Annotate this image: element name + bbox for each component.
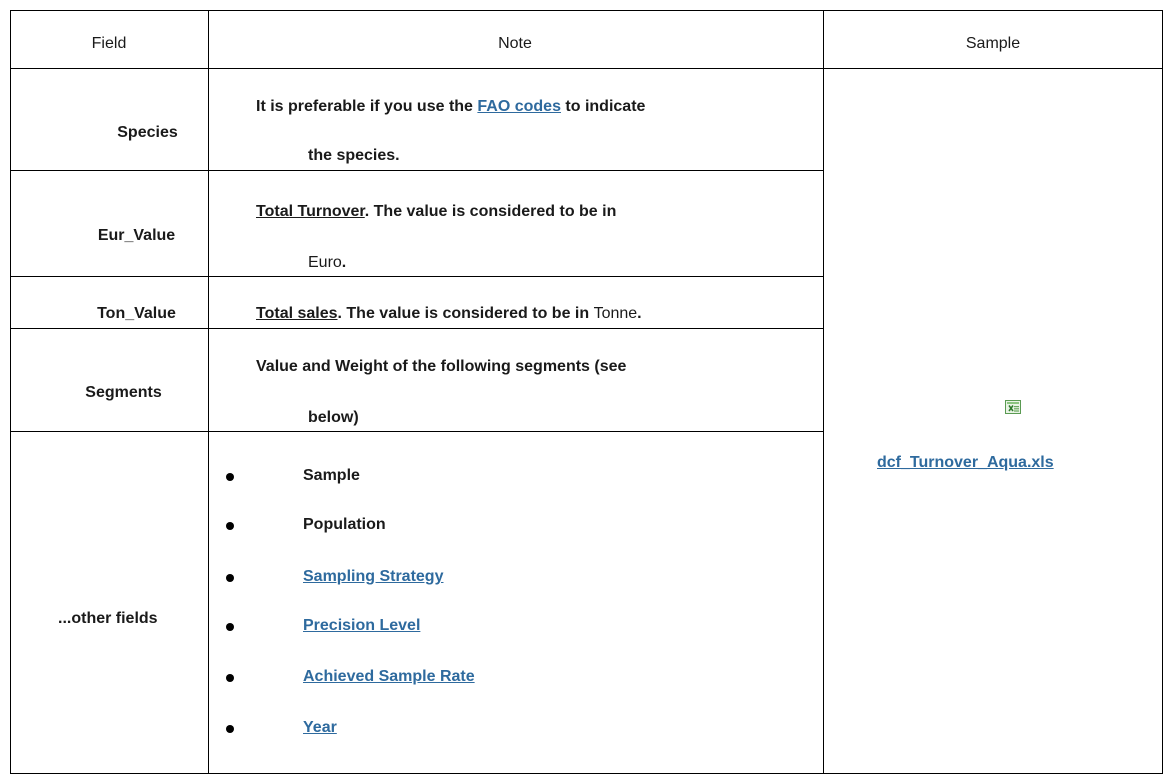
note-text: It is preferable if you use the (256, 98, 478, 115)
list-item-sample: Sample (303, 467, 360, 484)
fao-codes-link[interactable]: FAO codes (477, 98, 561, 115)
note-segments-line1: Value and Weight of the following segmen… (256, 358, 627, 375)
row-divider (11, 68, 1162, 69)
note-text: . The value is considered to be in (364, 203, 617, 220)
note-segments-line2: below) (308, 409, 359, 426)
field-eur-value: Eur_Value (97, 227, 176, 244)
note-eur-line1: Total Turnover. The value is considered … (256, 203, 616, 221)
header-field: Field (91, 35, 127, 52)
note-species-line1: It is preferable if you use the FAO code… (256, 98, 645, 116)
row-divider (11, 276, 824, 277)
field-segments: Segments (85, 384, 162, 401)
note-ton: Total sales. The value is considered to … (256, 305, 642, 323)
unit-text: Tonne (593, 305, 638, 322)
note-text: . (341, 254, 347, 271)
field-species: Species (117, 124, 178, 141)
precision-level-link[interactable]: Precision Level (303, 617, 420, 635)
note-species-line2: the species. (308, 147, 400, 164)
note-text: . (637, 305, 642, 322)
bullet (226, 725, 234, 733)
bullet (226, 623, 234, 631)
list-item-population: Population (303, 516, 386, 533)
field-other-fields: ...other fields (58, 610, 158, 627)
bullet (226, 574, 234, 582)
bullet (226, 674, 234, 682)
header-note: Note (498, 35, 532, 52)
bullet (226, 522, 234, 530)
achieved-sample-rate-link[interactable]: Achieved Sample Rate (303, 668, 475, 686)
header-sample: Sample (965, 35, 1021, 52)
column-divider (823, 11, 824, 773)
sample-file-link[interactable]: dcf_Turnover_Aqua.xls (877, 454, 1054, 472)
field-ton-value: Ton_Value (97, 305, 176, 322)
note-eur-line2: Euro. (308, 254, 346, 272)
sampling-strategy-link[interactable]: Sampling Strategy (303, 568, 443, 586)
year-link[interactable]: Year (303, 719, 337, 737)
row-divider (11, 431, 824, 432)
total-sales-link[interactable]: Total sales (256, 305, 338, 322)
note-text: to indicate (560, 98, 646, 115)
note-text: . The value is considered to be in (337, 305, 594, 322)
unit-text: Euro (308, 254, 342, 271)
excel-file-icon[interactable] (1005, 400, 1021, 414)
row-divider (11, 328, 824, 329)
row-divider (11, 170, 824, 171)
bullet (226, 473, 234, 481)
total-turnover-link[interactable]: Total Turnover (256, 203, 365, 220)
